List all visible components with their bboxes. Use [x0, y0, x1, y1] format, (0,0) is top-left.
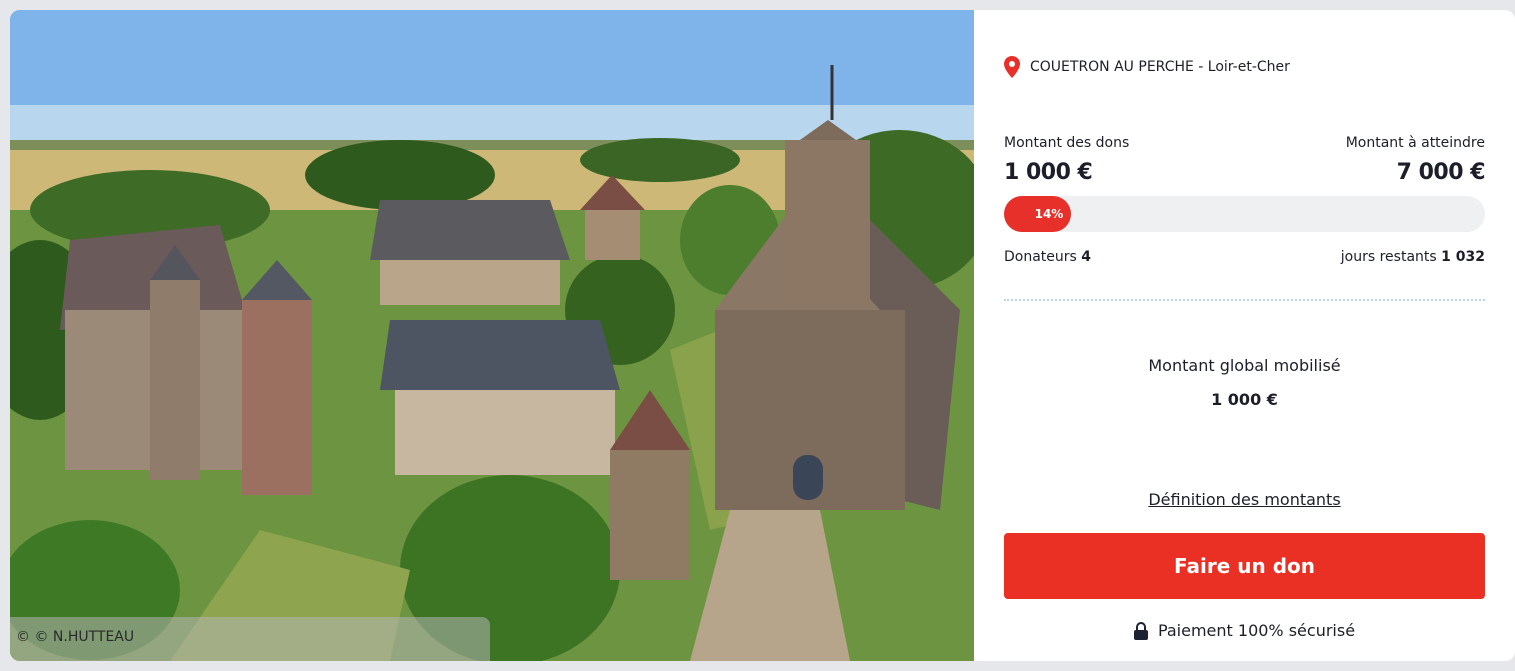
days-label: jours restants	[1340, 249, 1437, 265]
progress-fill: 14%	[1004, 196, 1072, 232]
goal-label: Montant à atteindre	[1345, 135, 1485, 151]
global-amount-label: Montant global mobilisé	[1148, 356, 1341, 375]
definition-link-wrap: Définition des montants	[1004, 490, 1485, 509]
raised-value: 1 000 €	[1004, 160, 1093, 185]
days-value: 1 032	[1441, 249, 1485, 265]
project-card: © © N.HUTTEAU COUETRON AU PERCHE - Loir-…	[10, 10, 1515, 661]
global-amount-value: 1 000 €	[1211, 390, 1278, 409]
photo-credit-text: © © N.HUTTEAU	[16, 629, 135, 645]
location-pin-icon	[1004, 56, 1020, 78]
goal-value: 7 000 €	[1396, 160, 1486, 185]
definition-link[interactable]: Définition des montants	[1148, 490, 1340, 509]
progress-label: 14%	[1034, 207, 1064, 221]
donation-panel: COUETRON AU PERCHE - Loir-et-Cher Montan…	[974, 10, 1515, 661]
lock-icon	[1133, 621, 1148, 640]
location: COUETRON AU PERCHE - Loir-et-Cher	[1004, 56, 1290, 78]
photo-illustration	[10, 10, 974, 661]
donors-stat: Donateurs 4	[1004, 249, 1091, 265]
days-stat: jours restants 1 032	[1341, 249, 1485, 265]
amount-values-row: 1 000 € 7 000 €	[1004, 160, 1486, 185]
secure-payment: Paiement 100% sécurisé	[1004, 621, 1485, 640]
location-text: COUETRON AU PERCHE - Loir-et-Cher	[1030, 59, 1290, 75]
amount-labels-row: Montant des dons Montant à atteindre	[1004, 135, 1485, 151]
stats-row: Donateurs 4 jours restants 1 032	[1004, 249, 1485, 265]
donors-value: 4	[1081, 249, 1092, 265]
progress-bar: 14%	[1004, 196, 1485, 232]
secure-text: Paiement 100% sécurisé	[1157, 621, 1356, 640]
project-photo: © © N.HUTTEAU	[10, 10, 974, 661]
donors-label: Donateurs	[1004, 249, 1077, 265]
raised-label: Montant des dons	[1004, 135, 1130, 151]
divider	[1004, 299, 1485, 301]
photo-credit: © © N.HUTTEAU	[10, 617, 490, 661]
donate-button[interactable]: Faire un don	[1004, 533, 1485, 599]
